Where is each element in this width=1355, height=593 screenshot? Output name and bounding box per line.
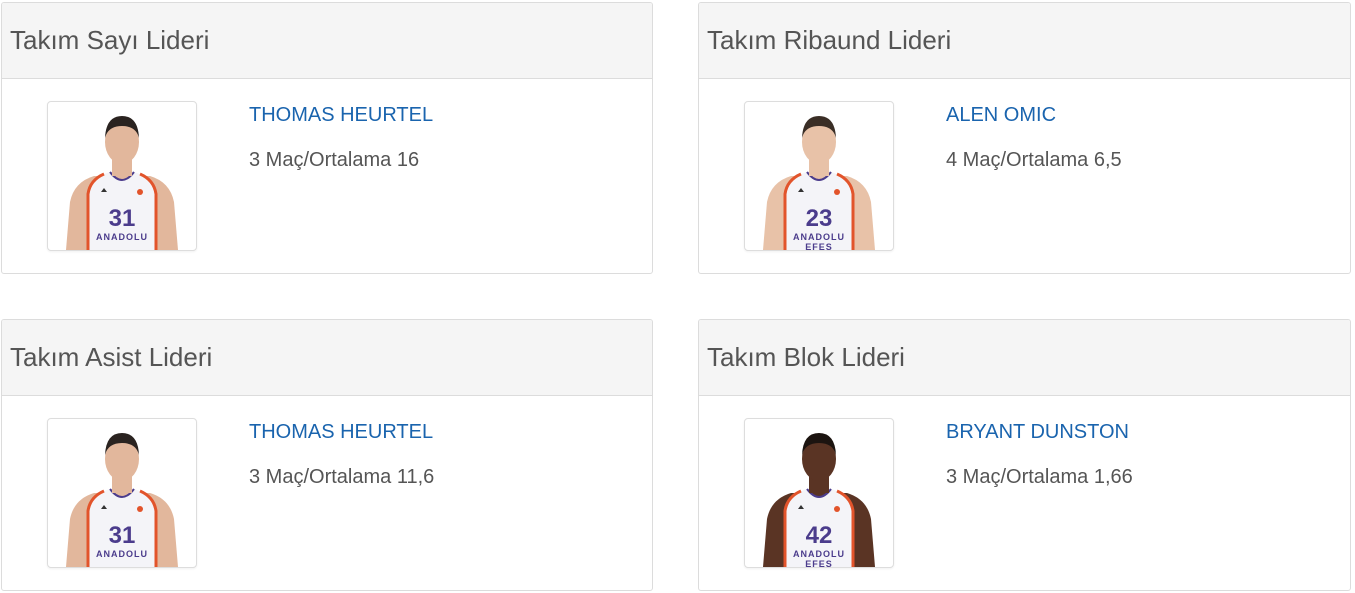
player-name-link[interactable]: THOMAS HEURTEL bbox=[249, 104, 433, 127]
player-portrait: 31ANADOLU bbox=[66, 116, 178, 250]
jersey-team-text: ANADOLU bbox=[793, 549, 845, 559]
player-stat: 4 Maç/Ortalama 6,5 bbox=[946, 149, 1122, 171]
panel-body: 31 ANADOLU THOMAS HEURTEL 3 Maç/Ortalama … bbox=[2, 79, 652, 273]
player-portrait: 42ANADOLUEFES bbox=[763, 433, 875, 567]
leader-panel-points: Takım Sayı Lideri 31 ANADOLU THOMAS HEURT… bbox=[1, 2, 653, 274]
panel-body: 23 ANADOLU EFES ALEN OMIC 4 Maç/Ortalama 6… bbox=[699, 79, 1350, 273]
player-portrait: 31ANADOLU bbox=[66, 433, 178, 567]
jersey-number: 31 bbox=[109, 205, 136, 232]
leader-panel-assists: Takım Asist Lideri 31 ANADOLU THOMAS HEUR… bbox=[1, 319, 653, 591]
player-photo[interactable]: 31 ANADOLU bbox=[47, 101, 197, 251]
player-stat: 3 Maç/Ortalama 11,6 bbox=[249, 466, 435, 488]
player-portrait: 23ANADOLUEFES bbox=[763, 116, 875, 250]
jersey-team-text: ANADOLU bbox=[96, 232, 148, 242]
jersey-team-text: ANADOLU bbox=[96, 549, 148, 559]
player-name-link[interactable]: ALEN OMIC bbox=[946, 104, 1056, 127]
panel-body: 31 ANADOLU THOMAS HEURTEL 3 Maç/Ortalama … bbox=[2, 396, 652, 590]
player-photo[interactable]: 42 ANADOLU EFES bbox=[744, 418, 894, 568]
panel-title: Takım Sayı Lideri bbox=[2, 3, 652, 79]
jersey-number: 31 bbox=[109, 522, 136, 549]
player-stat: 3 Maç/Ortalama 1,66 bbox=[946, 466, 1133, 488]
player-name-link[interactable]: BRYANT DUNSTON bbox=[946, 421, 1129, 444]
leader-panel-blocks: Takım Blok Lideri 42 ANADOLU EFES BRYANT D… bbox=[698, 319, 1351, 591]
panel-body: 42 ANADOLU EFES BRYANT DUNSTON 3 Maç/Ortal… bbox=[699, 396, 1350, 590]
player-photo[interactable]: 23 ANADOLU EFES bbox=[744, 101, 894, 251]
jersey-number: 23 bbox=[806, 205, 833, 232]
player-stat: 3 Maç/Ortalama 16 bbox=[249, 149, 420, 171]
jersey-number: 42 bbox=[806, 522, 833, 549]
leader-panel-rebounds: Takım Ribaund Lideri 23 ANADOLU EFES ALEN … bbox=[698, 2, 1351, 274]
panel-title: Takım Ribaund Lideri bbox=[699, 3, 1350, 79]
jersey-team-text: EFES bbox=[805, 242, 833, 250]
jersey-team-text: EFES bbox=[805, 559, 833, 567]
player-name-link[interactable]: THOMAS HEURTEL bbox=[249, 421, 433, 444]
jersey-team-text: ANADOLU bbox=[793, 232, 845, 242]
panel-title: Takım Asist Lideri bbox=[2, 320, 652, 396]
player-photo[interactable]: 31 ANADOLU bbox=[47, 418, 197, 568]
panel-title: Takım Blok Lideri bbox=[699, 320, 1350, 396]
